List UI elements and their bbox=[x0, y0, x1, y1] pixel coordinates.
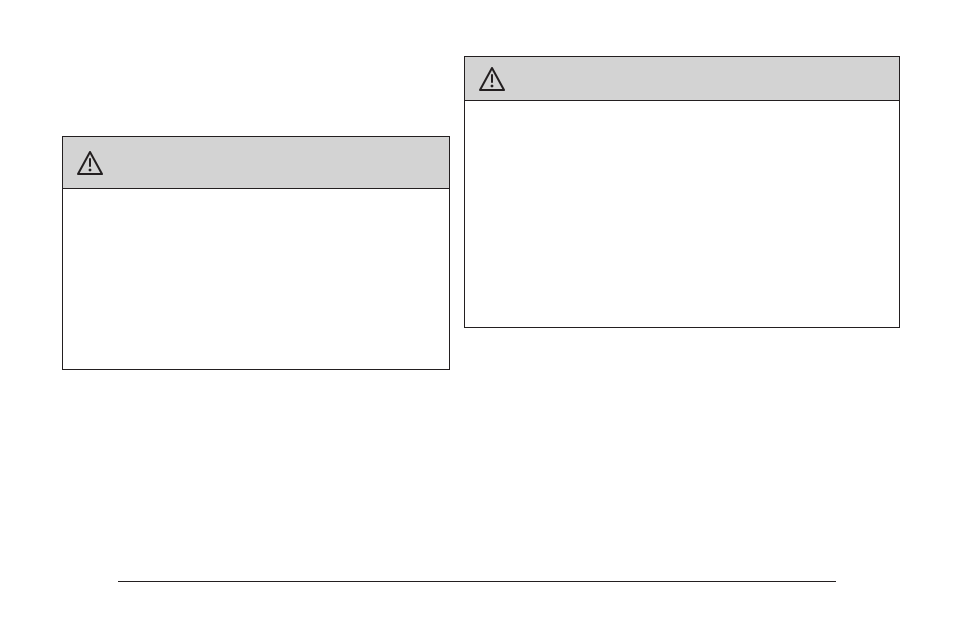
caution-box-left-body bbox=[63, 189, 449, 371]
caution-box-right-body bbox=[465, 101, 899, 329]
warning-icon bbox=[479, 67, 505, 91]
warning-icon bbox=[77, 151, 103, 175]
caution-box-left-header bbox=[63, 137, 449, 189]
caution-box-right bbox=[464, 56, 900, 328]
caution-box-right-header bbox=[465, 57, 899, 101]
footer-rule bbox=[118, 581, 836, 582]
caution-box-left bbox=[62, 136, 450, 370]
